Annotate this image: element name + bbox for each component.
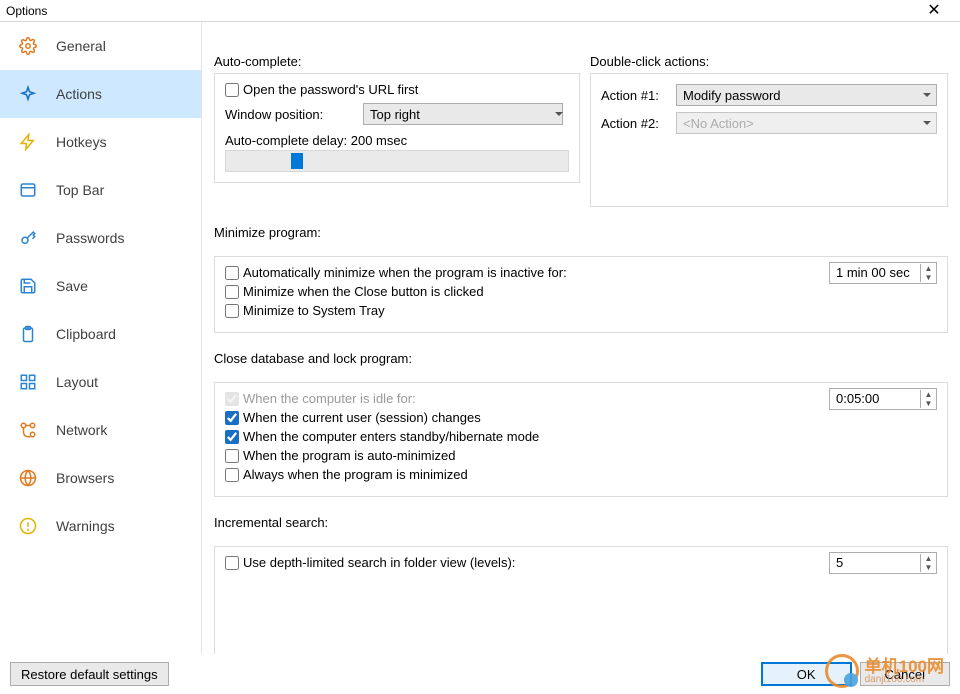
spin-down-icon[interactable]: ▼: [921, 273, 936, 282]
idle-time-input[interactable]: [830, 391, 920, 406]
inactive-time-spinner[interactable]: ▲▼: [829, 262, 937, 284]
sidebar-item-label: Layout: [56, 374, 98, 390]
window-title: Options: [6, 4, 914, 18]
auto-minimize-checkbox[interactable]: [225, 266, 239, 280]
alwaysmin-label: Always when the program is minimized: [243, 467, 468, 482]
delay-slider[interactable]: [225, 150, 569, 172]
automin-checkbox[interactable]: [225, 449, 239, 463]
depth-search-label: Use depth-limited search in folder view …: [243, 555, 515, 570]
slider-thumb-icon[interactable]: [291, 153, 303, 169]
action2-select: <No Action>: [676, 112, 937, 134]
depth-search-checkbox[interactable]: [225, 556, 239, 570]
open-url-label: Open the password's URL first: [243, 82, 418, 97]
auto-complete-title: Auto-complete:: [214, 54, 580, 69]
minimize-close-checkbox[interactable]: [225, 285, 239, 299]
depth-spinner[interactable]: ▲▼: [829, 552, 937, 574]
cancel-button[interactable]: Cancel: [860, 662, 950, 686]
sidebar-item-passwords[interactable]: Passwords: [0, 214, 201, 262]
sidebar-item-warnings[interactable]: Warnings: [0, 502, 201, 550]
gear-icon: [18, 36, 38, 56]
network-icon: [18, 420, 38, 440]
clipboard-icon: [18, 324, 38, 344]
action1-select[interactable]: Modify password: [676, 84, 937, 106]
spin-down-icon[interactable]: ▼: [921, 563, 936, 572]
close-icon[interactable]: ✕: [914, 1, 954, 21]
topbar-icon: [18, 180, 38, 200]
double-click-title: Double-click actions:: [590, 54, 948, 69]
sidebar-item-label: Top Bar: [56, 182, 104, 198]
sidebar-item-label: Save: [56, 278, 88, 294]
idle-time-spinner[interactable]: ▲▼: [829, 388, 937, 410]
sidebar-item-browsers[interactable]: Browsers: [0, 454, 201, 502]
bolt-icon: [18, 132, 38, 152]
sidebar-item-label: Passwords: [56, 230, 124, 246]
minimize-tray-label: Minimize to System Tray: [243, 303, 385, 318]
close-lock-title: Close database and lock program:: [214, 351, 948, 366]
spin-down-icon[interactable]: ▼: [921, 399, 936, 408]
grid-icon: [18, 372, 38, 392]
open-url-checkbox[interactable]: [225, 83, 239, 97]
sidebar-item-label: General: [56, 38, 106, 54]
sidebar-item-layout[interactable]: Layout: [0, 358, 201, 406]
alwaysmin-checkbox[interactable]: [225, 468, 239, 482]
sidebar-item-general[interactable]: General: [0, 22, 201, 70]
sparkle-icon: [18, 84, 38, 104]
idle-label: When the computer is idle for:: [243, 391, 416, 406]
sidebar-item-label: Browsers: [56, 470, 114, 486]
action1-label: Action #1:: [601, 88, 666, 103]
standby-checkbox[interactable]: [225, 430, 239, 444]
standby-label: When the computer enters standby/hiberna…: [243, 429, 539, 444]
sidebar-item-network[interactable]: Network: [0, 406, 201, 454]
sidebar: General Actions Hotkeys Top Bar Password…: [0, 22, 202, 654]
session-label: When the current user (session) changes: [243, 410, 481, 425]
key-icon: [18, 228, 38, 248]
minimize-close-label: Minimize when the Close button is clicke…: [243, 284, 484, 299]
minimize-tray-checkbox[interactable]: [225, 304, 239, 318]
restore-defaults-button[interactable]: Restore default settings: [10, 662, 169, 686]
action2-label: Action #2:: [601, 116, 666, 131]
ok-button[interactable]: OK: [761, 662, 852, 686]
minimize-title: Minimize program:: [214, 225, 948, 240]
spin-up-icon[interactable]: ▲: [921, 554, 936, 563]
delay-label: Auto-complete delay: 200 msec: [225, 133, 569, 148]
automin-label: When the program is auto-minimized: [243, 448, 455, 463]
auto-minimize-label: Automatically minimize when the program …: [243, 265, 567, 280]
sidebar-item-save[interactable]: Save: [0, 262, 201, 310]
window-position-label: Window position:: [225, 107, 353, 122]
sidebar-item-actions[interactable]: Actions: [0, 70, 201, 118]
sidebar-item-label: Warnings: [56, 518, 115, 534]
inactive-time-input[interactable]: [830, 265, 920, 280]
sidebar-item-label: Hotkeys: [56, 134, 107, 150]
search-title: Incremental search:: [214, 515, 948, 530]
idle-checkbox: [225, 392, 239, 406]
session-checkbox[interactable]: [225, 411, 239, 425]
globe-icon: [18, 468, 38, 488]
save-icon: [18, 276, 38, 296]
spin-up-icon[interactable]: ▲: [921, 264, 936, 273]
spin-up-icon[interactable]: ▲: [921, 390, 936, 399]
window-position-select[interactable]: Top right: [363, 103, 563, 125]
sidebar-item-label: Clipboard: [56, 326, 116, 342]
sidebar-item-topbar[interactable]: Top Bar: [0, 166, 201, 214]
sidebar-item-clipboard[interactable]: Clipboard: [0, 310, 201, 358]
sidebar-item-label: Actions: [56, 86, 102, 102]
sidebar-item-label: Network: [56, 422, 107, 438]
sidebar-item-hotkeys[interactable]: Hotkeys: [0, 118, 201, 166]
depth-input[interactable]: [830, 555, 920, 570]
warning-icon: [18, 516, 38, 536]
